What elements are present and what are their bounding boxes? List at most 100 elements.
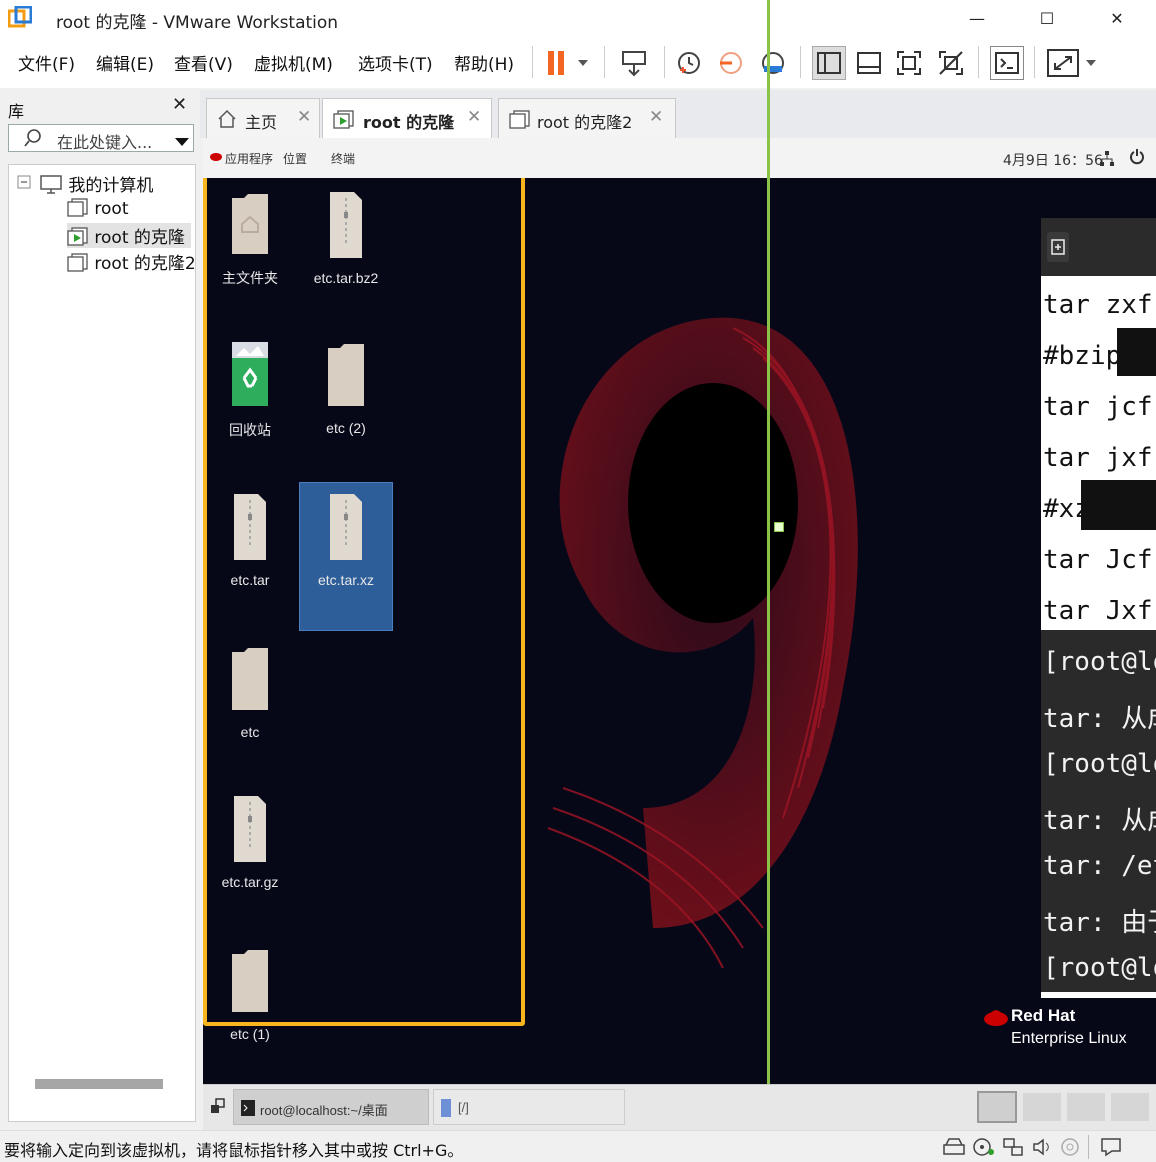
guest-menu-places[interactable]: 位置 bbox=[283, 150, 307, 167]
revert-snapshot-button[interactable] bbox=[714, 46, 748, 80]
cd-dvd-icon[interactable] bbox=[972, 1137, 996, 1157]
tab-close-icon[interactable]: ✕ bbox=[467, 107, 481, 127]
desktop-icon-etc-tar-xz[interactable]: etc.tar.xz bbox=[301, 492, 391, 588]
window-title: root 的克隆 - VMware Workstation bbox=[56, 13, 339, 33]
desktop-icon-etc-tar-gz[interactable]: etc.tar.gz bbox=[205, 794, 295, 890]
desktop-icon-home-folder[interactable]: 主文件夹 bbox=[205, 190, 295, 288]
snapshot-button[interactable] bbox=[672, 46, 706, 80]
folder-icon bbox=[232, 648, 268, 710]
archive-file-icon bbox=[234, 494, 266, 560]
fullscreen-icon bbox=[897, 51, 921, 75]
workspace-3[interactable] bbox=[1067, 1093, 1105, 1121]
full-screen-button[interactable] bbox=[892, 46, 926, 80]
terminal-redacted-block bbox=[1081, 480, 1156, 530]
desktop-icon-etc-tar-bz2[interactable]: etc.tar.bz2 bbox=[301, 190, 391, 286]
horizontal-scrollbar[interactable] bbox=[35, 1079, 163, 1089]
taskbar-item-files[interactable]: [/] bbox=[433, 1089, 625, 1125]
desktop-icon-etc-2[interactable]: etc (2) bbox=[301, 340, 391, 436]
resize-handle[interactable] bbox=[774, 522, 784, 532]
thumbnail-bar-button[interactable] bbox=[852, 46, 886, 80]
taskbar-item-terminal[interactable]: root@localhost:~/桌面 bbox=[233, 1089, 429, 1125]
tab-close-icon[interactable]: ✕ bbox=[297, 107, 311, 127]
unity-button[interactable] bbox=[934, 46, 968, 80]
chevron-down-icon[interactable] bbox=[175, 133, 189, 152]
tab-home[interactable]: 主页 ✕ bbox=[206, 98, 320, 138]
unity-disabled-icon bbox=[939, 51, 963, 75]
archive-file-icon bbox=[234, 796, 266, 862]
tree-collapse-toggle[interactable] bbox=[17, 174, 31, 194]
desktop-icon-etc-1[interactable]: etc (1) bbox=[205, 946, 295, 1042]
snapshot-clock-icon bbox=[678, 52, 700, 74]
show-desktop-button[interactable] bbox=[209, 1097, 227, 1117]
sidebar-layout-icon bbox=[817, 52, 841, 74]
desktop-icon-etc-tar[interactable]: etc.tar bbox=[205, 492, 295, 588]
menu-view[interactable]: 查看(V) bbox=[174, 50, 233, 75]
library-search-input[interactable]: 在此处键入... bbox=[8, 124, 194, 152]
close-button[interactable]: ✕ bbox=[1082, 0, 1152, 38]
tab-root-clone[interactable]: root 的克隆 ✕ bbox=[322, 98, 492, 138]
show-library-button[interactable] bbox=[812, 46, 846, 80]
terminal-window[interactable]: tar zxf e #bzip2 tar jcf e tar jxf e #xz tar … bbox=[1041, 218, 1156, 998]
home-icon bbox=[218, 109, 236, 128]
tab-close-icon[interactable]: ✕ bbox=[649, 107, 663, 127]
hard-disk-icon[interactable] bbox=[942, 1137, 966, 1157]
tab-label: 主页 bbox=[245, 113, 278, 132]
menu-file[interactable]: 文件(F) bbox=[18, 50, 75, 75]
tab-label: root 的克隆2 bbox=[537, 113, 633, 132]
tree-item-my-computer[interactable]: 我的计算机 bbox=[39, 171, 153, 196]
icon-label: etc.tar.bz2 bbox=[313, 270, 379, 286]
terminal-header bbox=[1041, 218, 1156, 276]
tree-item-label: 我的计算机 bbox=[68, 176, 154, 196]
workspace-2[interactable] bbox=[1023, 1093, 1061, 1121]
window-list-icon bbox=[211, 1098, 225, 1113]
terminal-line: tar Jcf e bbox=[1043, 545, 1156, 575]
power-icon[interactable] bbox=[1129, 148, 1145, 166]
snapshot-manager-icon bbox=[762, 52, 784, 74]
vm-running-icon bbox=[333, 110, 354, 129]
desktop-icon-trash[interactable]: 回收站 bbox=[205, 340, 295, 440]
terminal-line: tar: 从成 bbox=[1043, 806, 1156, 836]
terminal-app-icon bbox=[241, 1100, 255, 1116]
minimize-button[interactable]: — bbox=[942, 0, 1012, 38]
send-ctrl-alt-del-button[interactable] bbox=[616, 46, 652, 80]
menu-edit[interactable]: 编辑(E) bbox=[96, 50, 154, 75]
workspace-1[interactable] bbox=[977, 1091, 1017, 1123]
tab-root-clone2[interactable]: root 的克隆2 ✕ bbox=[498, 98, 676, 138]
tree-item-root[interactable]: root bbox=[67, 197, 129, 219]
stretch-icon bbox=[1047, 49, 1096, 77]
sound-icon[interactable] bbox=[1032, 1137, 1054, 1157]
console-view-button[interactable] bbox=[990, 46, 1024, 80]
terminal-line: tar: /etc bbox=[1043, 851, 1156, 881]
pause-button[interactable] bbox=[544, 46, 592, 80]
tree-item-root-clone2[interactable]: root 的克隆2 bbox=[67, 249, 195, 274]
taskbar-item-label: root@localhost:~/桌面 bbox=[260, 1103, 388, 1118]
search-placeholder: 在此处键入... bbox=[57, 133, 153, 152]
guest-menu-terminal[interactable]: 终端 bbox=[331, 150, 355, 167]
vmware-logo-icon bbox=[8, 6, 32, 28]
vm-icon bbox=[509, 110, 530, 129]
terminal-line: tar: 由于 bbox=[1043, 908, 1156, 938]
message-log-icon[interactable] bbox=[1100, 1137, 1122, 1157]
icon-label: etc.tar bbox=[230, 572, 270, 588]
stretch-guest-button[interactable] bbox=[1046, 46, 1100, 80]
menu-help[interactable]: 帮助(H) bbox=[454, 50, 514, 75]
tab-label: root 的克隆 bbox=[363, 113, 455, 132]
workspace-4[interactable] bbox=[1111, 1093, 1149, 1121]
snapshot-manager-button[interactable] bbox=[756, 46, 790, 80]
menu-tabs[interactable]: 选项卡(T) bbox=[358, 50, 433, 75]
network-adapter-icon[interactable] bbox=[1002, 1137, 1026, 1157]
usb-disabled-icon[interactable] bbox=[1060, 1137, 1080, 1157]
terminal-line: tar Jxf e bbox=[1043, 596, 1156, 626]
guest-desktop: 主文件夹 etc.tar.bz2 回收站 etc (2) etc.tar etc… bbox=[203, 178, 1156, 1084]
maximize-button[interactable]: ☐ bbox=[1012, 0, 1082, 38]
new-tab-button[interactable] bbox=[1047, 232, 1069, 262]
archive-file-icon bbox=[330, 192, 362, 258]
tree-item-root-clone[interactable]: root 的克隆 bbox=[67, 223, 191, 248]
minus-box-icon bbox=[17, 175, 31, 189]
redhat-menu-icon bbox=[210, 153, 222, 161]
desktop-icon-etc[interactable]: etc bbox=[205, 644, 295, 740]
menu-vm[interactable]: 虚拟机(M) bbox=[254, 50, 333, 75]
guest-menu-applications[interactable]: 应用程序 bbox=[225, 150, 273, 167]
network-icon[interactable] bbox=[1099, 150, 1115, 168]
library-close-button[interactable]: ✕ bbox=[172, 94, 187, 115]
